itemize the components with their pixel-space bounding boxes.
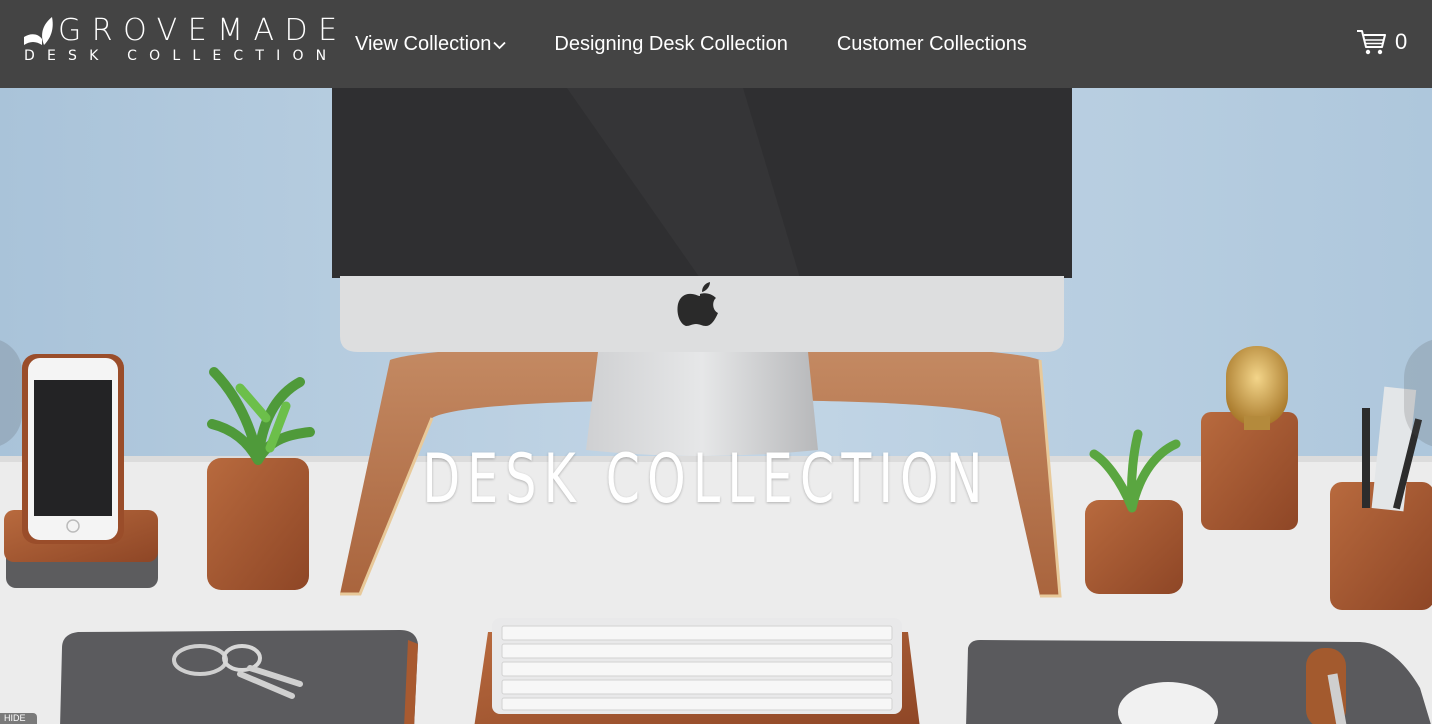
grovemade-logo[interactable]: GROVEMADE DESK COLLECTION xyxy=(24,15,337,65)
nav-customer-collections[interactable]: Customer Collections xyxy=(837,30,1027,58)
brand-name: GROVEMADE xyxy=(58,13,348,48)
site-header: GROVEMADE DESK COLLECTION View Collectio… xyxy=(0,0,1432,88)
hero-desk-photo xyxy=(0,88,1432,724)
cart-button[interactable]: 0 xyxy=(1356,28,1407,56)
shopping-cart-icon xyxy=(1357,30,1386,55)
main-nav: View Collection Designing Desk Collectio… xyxy=(355,30,1027,58)
cart-count: 0 xyxy=(1395,29,1408,54)
brand-tagline: DESK COLLECTION xyxy=(24,48,339,64)
hero-banner: DESK COLLECTION xyxy=(0,88,1432,724)
nav-view-collection[interactable]: View Collection xyxy=(355,30,507,58)
nav-designing-desk-collection[interactable]: Designing Desk Collection xyxy=(554,30,787,58)
hero-title: DESK COLLECTION xyxy=(422,440,990,519)
chevron-down-icon xyxy=(493,41,507,50)
leaf-icon xyxy=(24,17,53,45)
hide-button[interactable]: HIDE xyxy=(0,713,37,724)
nav-view-collection-label: View Collection xyxy=(355,33,492,55)
